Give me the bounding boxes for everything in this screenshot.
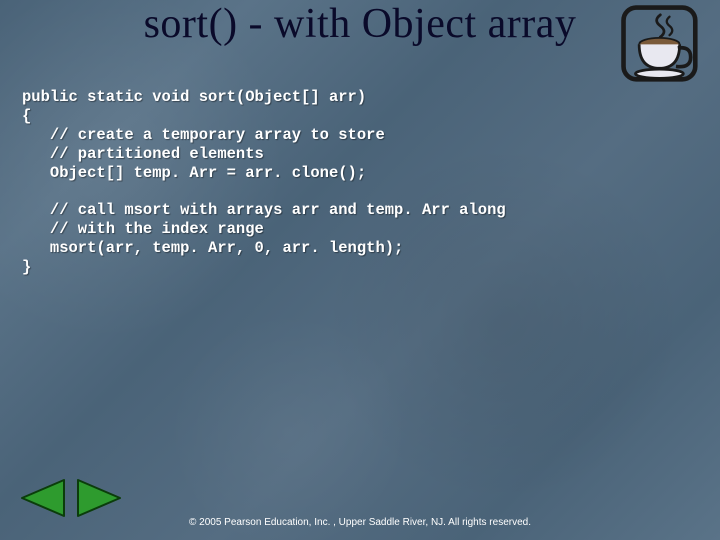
java-cup-icon	[618, 2, 710, 94]
slide-title: sort() - with Object array	[0, 0, 720, 48]
prev-arrow-button[interactable]	[18, 476, 68, 520]
code-block: public static void sort(Object[] arr) { …	[22, 88, 506, 277]
nav-arrows	[18, 476, 124, 520]
copyright-footer: © 2005 Pearson Education, Inc. , Upper S…	[0, 517, 720, 528]
next-arrow-button[interactable]	[74, 476, 124, 520]
